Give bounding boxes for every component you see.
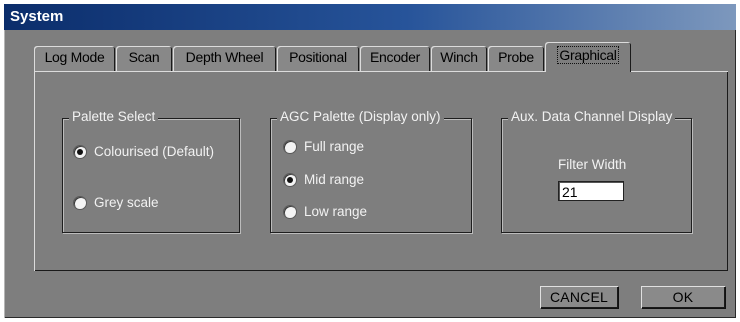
radio-grey-scale[interactable]: Grey scale	[73, 195, 159, 210]
filter-width-label: Filter Width	[558, 157, 627, 172]
palette-select-group: Palette Select Colourised (Default) Grey…	[62, 109, 240, 233]
tab-positional[interactable]: Positional	[277, 46, 359, 71]
filter-width-input[interactable]: 21	[558, 181, 624, 201]
tab-log-mode[interactable]: Log Mode	[34, 46, 115, 71]
tab-scan[interactable]: Scan	[116, 46, 172, 71]
graphical-tab-panel: Palette Select Colourised (Default) Grey…	[34, 71, 728, 271]
tab-winch[interactable]: Winch	[431, 46, 487, 71]
system-dialog: System Log Mode Scan Depth Wheel Positio…	[4, 4, 736, 318]
radio-low-range[interactable]: Low range	[283, 204, 367, 219]
radio-full-range-label: Full range	[304, 139, 365, 154]
radio-unselected-icon	[283, 139, 297, 154]
radio-unselected-icon	[73, 195, 87, 210]
radio-grey-scale-label: Grey scale	[94, 195, 159, 210]
radio-mid-range[interactable]: Mid range	[283, 172, 364, 187]
cancel-button[interactable]: CANCEL	[540, 286, 618, 308]
tab-probe[interactable]: Probe	[488, 46, 544, 71]
agc-palette-title: AGC Palette (Display only)	[277, 109, 444, 124]
radio-colourised-label: Colourised (Default)	[94, 144, 215, 159]
radio-full-range[interactable]: Full range	[283, 139, 364, 154]
radio-unselected-icon	[283, 204, 297, 219]
window-title: System	[4, 4, 736, 30]
ok-button[interactable]: OK	[641, 286, 725, 308]
radio-colourised[interactable]: Colourised (Default)	[73, 144, 214, 159]
radio-low-range-label: Low range	[304, 204, 368, 219]
tab-depth-wheel[interactable]: Depth Wheel	[173, 46, 276, 71]
aux-channel-group: Aux. Data Channel Display Filter Width 2…	[501, 109, 692, 233]
tab-graphical[interactable]: Graphical	[545, 42, 631, 72]
tab-encoder[interactable]: Encoder	[360, 46, 430, 71]
agc-palette-group: AGC Palette (Display only) Full range Mi…	[270, 109, 472, 233]
radio-selected-icon	[73, 144, 87, 159]
aux-channel-title: Aux. Data Channel Display	[508, 109, 676, 124]
radio-selected-icon	[283, 172, 297, 187]
radio-mid-range-label: Mid range	[304, 172, 365, 187]
palette-select-title: Palette Select	[69, 109, 159, 124]
